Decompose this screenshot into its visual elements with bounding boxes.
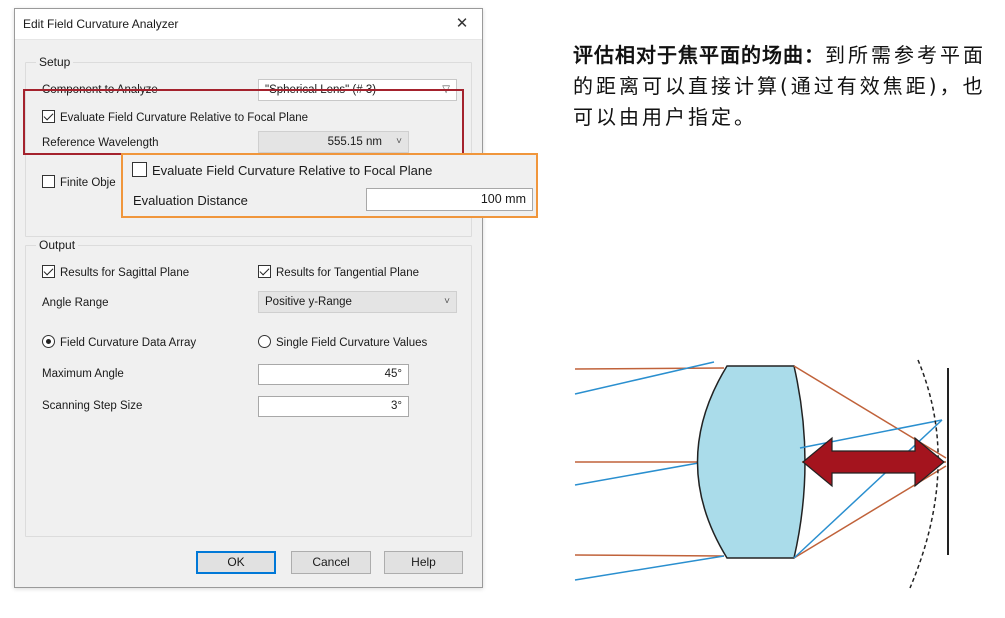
- zoom-evaluate-focal-checkbox[interactable]: Evaluate Field Curvature Relative to Foc…: [132, 162, 432, 178]
- finite-object-label: Finite Obje: [60, 177, 116, 189]
- description-text: 评估相对于焦平面的场曲：到所需参考平面的距离可以直接计算(通过有效焦距)，也可以…: [573, 40, 993, 133]
- checkbox-unchecked-icon: [42, 175, 55, 188]
- ray-blue: [574, 361, 715, 395]
- evaluation-distance-input[interactable]: 100 mm: [366, 188, 533, 211]
- chevron-down-icon: ˅: [444, 296, 450, 307]
- angle-range-select[interactable]: Positive y-Range ˅: [258, 291, 457, 313]
- checkbox-checked-icon: [258, 265, 271, 278]
- checkbox-checked-icon: [42, 265, 55, 278]
- dialog-title: Edit Field Curvature Analyzer: [23, 17, 179, 31]
- tangential-label: Results for Tangential Plane: [276, 267, 419, 279]
- tangential-checkbox[interactable]: Results for Tangential Plane: [258, 265, 419, 279]
- ray-orange: [574, 554, 725, 557]
- max-angle-input[interactable]: 45°: [258, 364, 409, 385]
- setup-group-label: Setup: [36, 55, 74, 69]
- title-bar: Edit Field Curvature Analyzer ✕: [15, 9, 482, 40]
- radio-checked-icon: [42, 335, 55, 348]
- data-array-radio[interactable]: Field Curvature Data Array: [42, 335, 196, 349]
- sagittal-label: Results for Sagittal Plane: [60, 267, 190, 279]
- output-group: Output: [25, 238, 472, 537]
- close-button[interactable]: ✕: [442, 9, 482, 40]
- evaluation-distance-label: Evaluation Distance: [133, 193, 248, 208]
- data-array-label: Field Curvature Data Array: [60, 337, 197, 349]
- distance-double-arrow: [802, 436, 945, 488]
- zoom-evaluate-focal-label: Evaluate Field Curvature Relative to Foc…: [152, 163, 433, 178]
- checkbox-unchecked-icon: [132, 162, 147, 177]
- single-values-radio[interactable]: Single Field Curvature Values: [258, 335, 427, 349]
- sagittal-checkbox[interactable]: Results for Sagittal Plane: [42, 265, 189, 279]
- step-size-label: Scanning Step Size: [42, 400, 143, 412]
- finite-object-checkbox[interactable]: Finite Obje: [42, 175, 116, 189]
- focal-plane-highlight: [23, 89, 464, 155]
- description-heading: 评估相对于焦平面的场曲：: [573, 43, 825, 67]
- max-angle-label: Maximum Angle: [42, 368, 124, 380]
- radio-unchecked-icon: [258, 335, 271, 348]
- help-button[interactable]: Help: [384, 551, 463, 574]
- ok-button[interactable]: OK: [196, 551, 276, 574]
- ray-blue: [793, 419, 943, 559]
- ray-orange: [574, 367, 725, 370]
- ray-blue: [574, 461, 705, 486]
- ray-blue: [574, 555, 725, 581]
- zoomed-settings-callout: Evaluate Field Curvature Relative to Foc…: [121, 153, 538, 218]
- angle-range-label: Angle Range: [42, 297, 109, 309]
- step-size-input[interactable]: 3°: [258, 396, 409, 417]
- lens-diagram: [574, 359, 949, 589]
- single-values-label: Single Field Curvature Values: [276, 337, 428, 349]
- cancel-button[interactable]: Cancel: [291, 551, 371, 574]
- lens-shape: [696, 365, 806, 559]
- output-group-label: Output: [36, 238, 79, 252]
- angle-range-value: Positive y-Range: [265, 296, 352, 308]
